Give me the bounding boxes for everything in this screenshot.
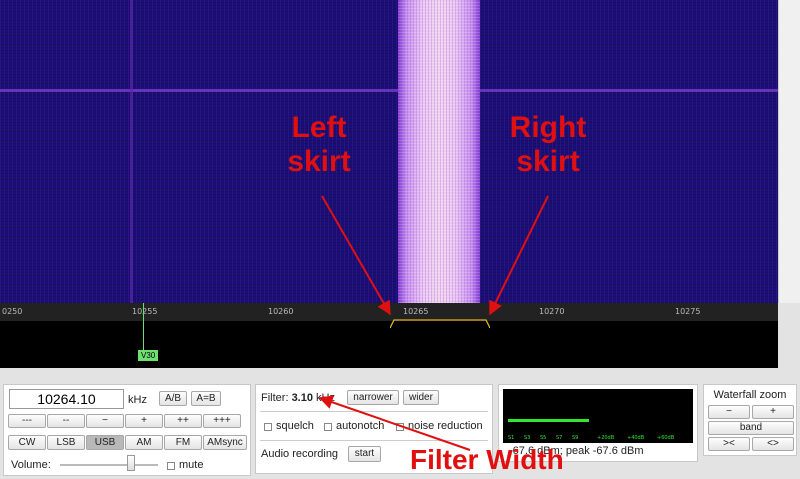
autonotch-label: autonotch bbox=[336, 420, 385, 432]
zoom-out-button[interactable]: − bbox=[708, 405, 750, 419]
annotation-right-skirt: Right skirt bbox=[509, 111, 587, 178]
marker-label[interactable]: V30 bbox=[138, 350, 159, 361]
zoom-band-button[interactable]: band bbox=[708, 421, 794, 435]
waterfall-noise bbox=[0, 0, 778, 303]
zoom-narrow-button[interactable]: >< bbox=[708, 437, 750, 451]
recording-start-button[interactable]: start bbox=[348, 446, 381, 462]
annotation-filter-width: Filter Width bbox=[410, 444, 564, 475]
step-down-medium-button[interactable]: -- bbox=[47, 414, 85, 428]
waterfall-horizontal-line bbox=[0, 89, 778, 92]
volume-slider-thumb[interactable] bbox=[127, 455, 135, 471]
s-meter-scale-label: +20dB bbox=[597, 435, 615, 441]
ab-button[interactable]: A/B bbox=[159, 391, 187, 406]
scale-tick-label: 10260 bbox=[268, 307, 294, 316]
step-down-small-button[interactable]: − bbox=[86, 414, 124, 428]
s-meter-scale-label: +40dB bbox=[627, 435, 645, 441]
volume-slider-track[interactable] bbox=[60, 464, 158, 466]
mode-am-button[interactable]: AM bbox=[125, 435, 163, 450]
squelch-label: squelch bbox=[276, 420, 314, 432]
s-meter-scale-label: S3 bbox=[524, 435, 531, 441]
step-up-large-button[interactable]: +++ bbox=[203, 414, 241, 428]
filter-width-readout: Filter: 3.10 kHz bbox=[261, 392, 335, 404]
waterfall-scrollbar[interactable] bbox=[778, 0, 800, 303]
scale-tick-label: 10255 bbox=[132, 307, 158, 316]
passband-filter-outline[interactable] bbox=[390, 318, 490, 330]
narrower-button[interactable]: narrower bbox=[347, 390, 399, 405]
waterfall-signal bbox=[398, 0, 480, 303]
scale-tick-label: 10275 bbox=[675, 307, 701, 316]
filter-value: 3.10 bbox=[291, 392, 313, 404]
frequency-unit: kHz bbox=[128, 394, 147, 406]
marker-line bbox=[143, 303, 144, 351]
waterfall-display[interactable] bbox=[0, 0, 778, 303]
mode-fm-button[interactable]: FM bbox=[164, 435, 202, 450]
mode-lsb-button[interactable]: LSB bbox=[47, 435, 85, 450]
filter-separator bbox=[260, 411, 488, 412]
filter-unit: kHz bbox=[316, 392, 335, 404]
step-up-medium-button[interactable]: ++ bbox=[164, 414, 202, 428]
zoom-in-button[interactable]: + bbox=[752, 405, 794, 419]
mode-cw-button[interactable]: CW bbox=[8, 435, 46, 450]
annotation-left-skirt: Left skirt bbox=[287, 111, 351, 178]
volume-label: Volume: bbox=[11, 459, 51, 471]
mode-usb-button[interactable]: USB bbox=[86, 435, 124, 450]
noise-reduction-checkbox[interactable] bbox=[396, 423, 404, 431]
s-meter-scale-label: +60dB bbox=[657, 435, 675, 441]
filter-label: Filter: bbox=[261, 392, 289, 404]
mute-label: mute bbox=[179, 459, 204, 471]
waterfall-carrier-line bbox=[130, 0, 133, 303]
waterfall-zoom-panel: Waterfall zoom − + band >< <> bbox=[703, 384, 797, 456]
mute-checkbox[interactable] bbox=[167, 462, 175, 470]
s-meter-scale-label: S9 bbox=[572, 435, 579, 441]
s-meter-scale-label: S1 bbox=[508, 435, 515, 441]
scale-tick-label: 10270 bbox=[539, 307, 565, 316]
sdr-receiver-window: Left skirt Right skirt 0250 10255 10260 … bbox=[0, 0, 800, 479]
waterfall-zoom-title: Waterfall zoom bbox=[713, 389, 787, 401]
noise-reduction-label: noise reduction bbox=[408, 420, 483, 432]
squelch-checkbox[interactable] bbox=[264, 423, 272, 431]
zoom-wide-button[interactable]: <> bbox=[752, 437, 794, 451]
s-meter-bar bbox=[508, 419, 589, 422]
frequency-panel: 10264.10 kHz A/B A=B --- -- − + ++ +++ C… bbox=[3, 384, 251, 476]
step-down-large-button[interactable]: --- bbox=[8, 414, 46, 428]
s-meter-scale-label: S5 bbox=[540, 435, 547, 441]
autonotch-checkbox[interactable] bbox=[324, 423, 332, 431]
a-equals-b-button[interactable]: A=B bbox=[191, 391, 221, 406]
step-up-small-button[interactable]: + bbox=[125, 414, 163, 428]
scale-tick-label: 10265 bbox=[403, 307, 429, 316]
wider-button[interactable]: wider bbox=[403, 390, 439, 405]
scale-tick-label: 0250 bbox=[2, 307, 23, 316]
audio-recording-label: Audio recording bbox=[261, 448, 339, 460]
frequency-scale[interactable]: 0250 10255 10260 10265 10270 10275 V30 bbox=[0, 303, 778, 368]
recording-separator bbox=[260, 440, 488, 441]
scale-tick-bar bbox=[0, 303, 778, 321]
mode-amsync-button[interactable]: AMsync bbox=[203, 435, 247, 450]
s-meter-scale-label: S7 bbox=[556, 435, 563, 441]
frequency-input[interactable]: 10264.10 bbox=[9, 389, 124, 409]
s-meter-display: S1 S3 S5 S7 S9 +20dB +40dB +60dB bbox=[503, 389, 693, 443]
